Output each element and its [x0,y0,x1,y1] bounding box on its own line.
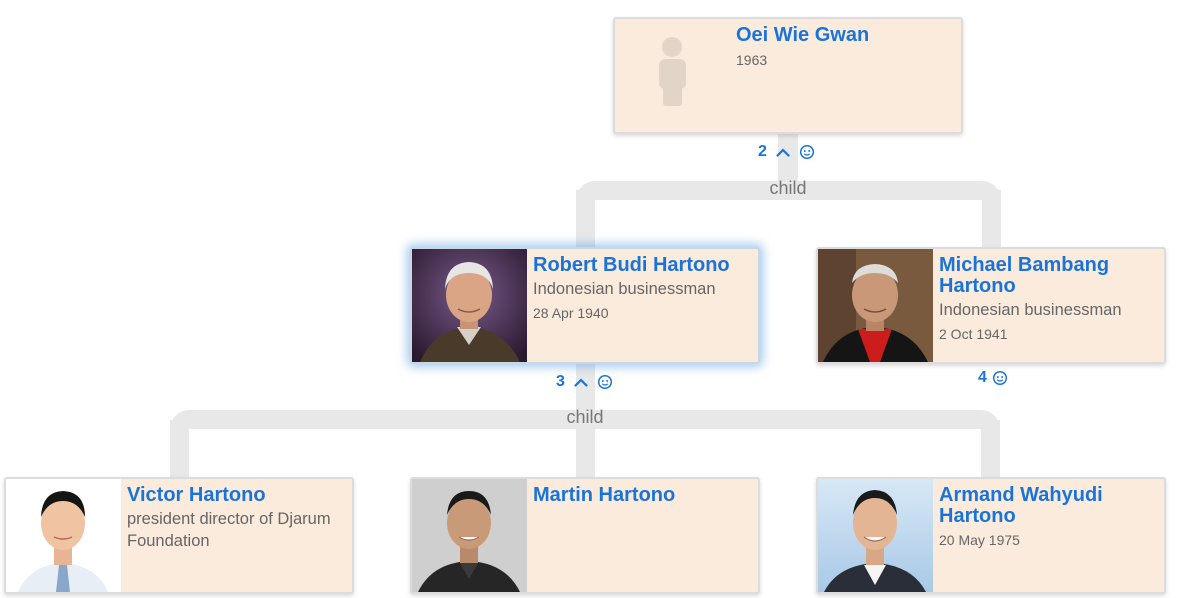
person-name[interactable]: Michael Bambang Hartono [939,255,1156,297]
collapse-up-icon[interactable] [776,147,790,157]
controls-michael: 4 [978,368,1008,388]
connector-child-armand [981,420,1000,478]
person-card-robert-budi-hartono[interactable]: Robert Budi Hartono Indonesian businessm… [410,247,760,364]
relation-label-bottom: child [566,407,604,427]
person-name[interactable]: Robert Budi Hartono [533,255,750,276]
person-card-michael-bambang-hartono[interactable]: Michael Bambang Hartono Indonesian busin… [816,247,1166,364]
person-card-oei-wie-gwan[interactable]: Oei Wie Gwan 1963 [613,17,963,134]
person-placeholder-icon [615,19,730,132]
person-card-armand-wahyudi-hartono[interactable]: Armand Wahyudi Hartono 20 May 1975 [816,477,1166,594]
person-description: president director of Djarum Foundation [127,510,331,550]
connector-child-right-top [982,190,1001,248]
person-photo [818,479,933,592]
connector-child-victor [170,420,189,478]
person-card-victor-hartono[interactable]: Victor Hartono president director of Dja… [4,477,354,594]
person-date: 2 Oct 1941 [939,326,1008,342]
person-card-martin-hartono[interactable]: Martin Hartono [410,477,760,594]
person-photo [412,479,527,592]
children-count[interactable]: 3 [556,373,565,391]
children-face-icon[interactable] [992,370,1008,386]
person-name[interactable]: Martin Hartono [533,485,750,506]
children-face-icon[interactable] [799,144,815,160]
person-name[interactable]: Victor Hartono [127,485,344,506]
person-photo [412,249,527,362]
person-photo [818,249,933,362]
controls-robert: 3 [556,372,613,392]
person-description: Indonesian businessman [939,301,1122,319]
controls-oei: 2 [758,142,815,162]
children-count[interactable]: 4 [978,369,987,387]
collapse-up-icon[interactable] [574,377,588,387]
person-date: 1963 [736,52,768,68]
person-name[interactable]: Armand Wahyudi Hartono [939,485,1156,527]
person-date: 28 Apr 1940 [533,305,609,321]
connector-child-martin [576,420,595,478]
connector-child-left-top [576,190,595,248]
children-face-icon[interactable] [597,374,613,390]
person-photo [6,479,121,592]
person-description: Indonesian businessman [533,280,716,298]
person-name[interactable]: Oei Wie Gwan [736,25,953,46]
person-date: 20 May 1975 [939,532,1020,548]
children-count[interactable]: 2 [758,143,767,161]
relation-label-top: child [769,178,807,198]
